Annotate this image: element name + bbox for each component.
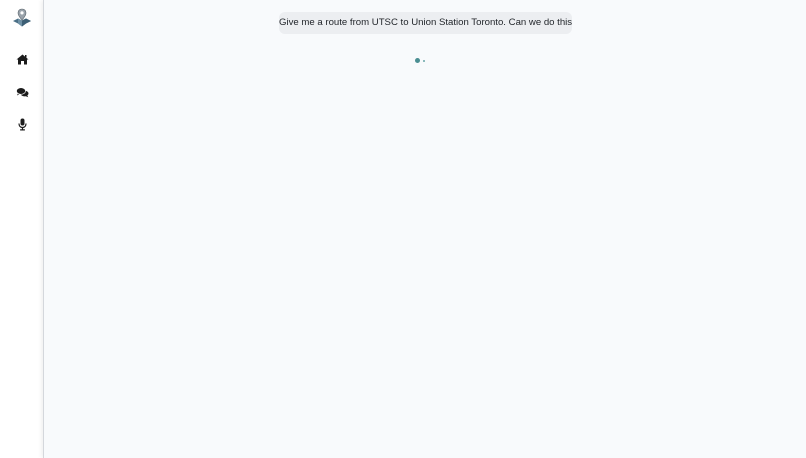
microphone-icon	[17, 118, 27, 131]
app-window: Give me a route from UTSC to Union Stati…	[0, 0, 806, 458]
home-button[interactable]	[11, 48, 33, 70]
typing-indicator	[415, 57, 431, 65]
typing-dot	[415, 58, 420, 63]
chat-button[interactable]	[11, 81, 33, 103]
sidebar	[0, 0, 43, 458]
chat-panel: Give me a route from UTSC to Union Stati…	[43, 0, 806, 458]
typing-dot	[423, 59, 425, 62]
home-icon	[16, 54, 29, 65]
user-message-bubble: Give me a route from UTSC to Union Stati…	[279, 12, 572, 34]
chat-icon	[15, 86, 29, 98]
microphone-button[interactable]	[11, 113, 33, 135]
map-pin-logo-icon[interactable]	[11, 7, 33, 29]
